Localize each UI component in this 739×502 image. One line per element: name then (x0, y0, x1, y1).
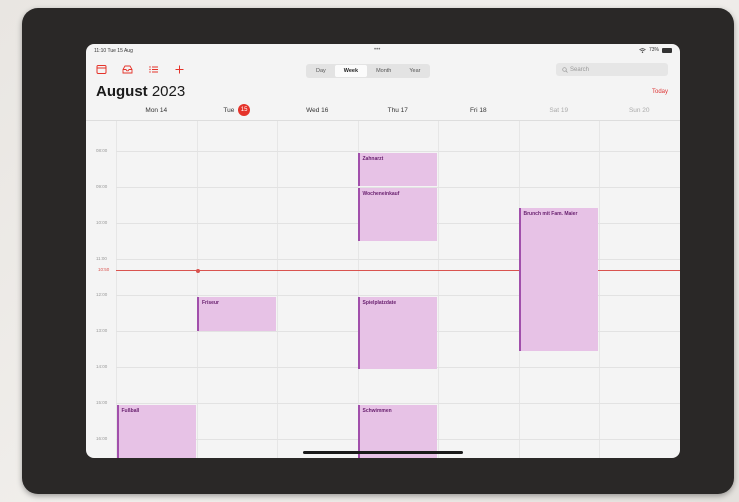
status-bar: 11:10 Tue 15 Aug ••• 73% (86, 44, 680, 58)
calendar-icon[interactable] (96, 64, 107, 75)
view-switcher: Day Week Month Year (306, 64, 431, 78)
grid-column-divider (599, 121, 600, 458)
hour-label: 11:00 (96, 256, 107, 261)
inbox-icon[interactable] (122, 64, 133, 75)
search-icon (562, 66, 568, 73)
hour-label: 12:00 (96, 292, 108, 297)
day-header-tue[interactable]: Tue 15 (197, 104, 278, 118)
battery-icon (662, 47, 672, 53)
event-zahnarzt[interactable]: Zahnarzt (357, 153, 437, 186)
page-title: August 2023 (96, 83, 185, 100)
battery-percent: 73% (648, 47, 659, 53)
hour-line (116, 151, 680, 152)
hour-line (116, 403, 680, 404)
view-year-button[interactable]: Year (400, 65, 429, 77)
hour-label: 08:00 (96, 148, 108, 153)
day-header-wed[interactable]: Wed 16 (277, 104, 358, 118)
event-wocheneinkauf[interactable]: Wocheneinkauf (357, 188, 437, 241)
view-week-button[interactable]: Week (334, 65, 368, 77)
hour-label: 14:00 (96, 364, 108, 369)
grid-column-divider (277, 121, 278, 458)
today-badge: 15 (238, 104, 251, 117)
day-header-fri[interactable]: Fri 18 (438, 104, 519, 118)
search-field[interactable]: Search (556, 63, 668, 76)
day-header-thu[interactable]: Thu 17 (358, 104, 439, 118)
week-grid[interactable]: 08:00 09:00 10:00 11:00 12:00 13:00 14:0… (86, 120, 680, 458)
grid-column-divider (438, 121, 439, 458)
hour-label: 09:00 (96, 184, 108, 189)
current-time-dot (196, 268, 200, 273)
event-brunch[interactable]: Brunch mit Fam. Maier (518, 208, 598, 351)
view-day-button[interactable]: Day (307, 65, 335, 77)
home-indicator[interactable] (303, 451, 463, 454)
hour-label: 10:00 (96, 220, 108, 225)
event-spielplatzdate[interactable]: Spielplatzdate (357, 297, 437, 369)
month-label: August (96, 83, 148, 100)
hour-label: 15:00 (96, 400, 108, 405)
event-fussball[interactable]: Fußball (116, 405, 196, 458)
day-header-mon[interactable]: Mon 14 (116, 104, 197, 118)
event-friseur[interactable]: Friseur (197, 297, 276, 331)
search-placeholder: Search (570, 66, 590, 73)
current-time-label: 10:50 (98, 267, 110, 272)
list-icon[interactable] (148, 64, 159, 75)
multitask-dots-icon[interactable]: ••• (374, 47, 380, 53)
today-button[interactable]: Today (652, 89, 668, 95)
add-icon[interactable] (174, 64, 185, 75)
hour-label: 16:00 (96, 436, 108, 441)
grid-column-divider (196, 121, 198, 458)
calendar-screen: 11:10 Tue 15 Aug ••• 73% Day Week Month (86, 44, 680, 458)
status-time: 11:10 Tue 15 Aug (94, 48, 133, 54)
day-header-sun[interactable]: Sun 20 (599, 104, 680, 118)
view-month-button[interactable]: Month (367, 65, 400, 77)
day-header-sat[interactable]: Sat 19 (519, 104, 600, 118)
year-label: 2023 (151, 83, 186, 100)
hour-label: 13:00 (96, 328, 108, 333)
status-right: 73% (639, 47, 672, 53)
wifi-icon (639, 47, 646, 53)
week-day-header: Mon 14 Tue 15 Wed 16 Thu 17 Fri 18 Sat 1… (116, 104, 680, 118)
toolbar: Day Week Month Year Search (86, 58, 680, 80)
